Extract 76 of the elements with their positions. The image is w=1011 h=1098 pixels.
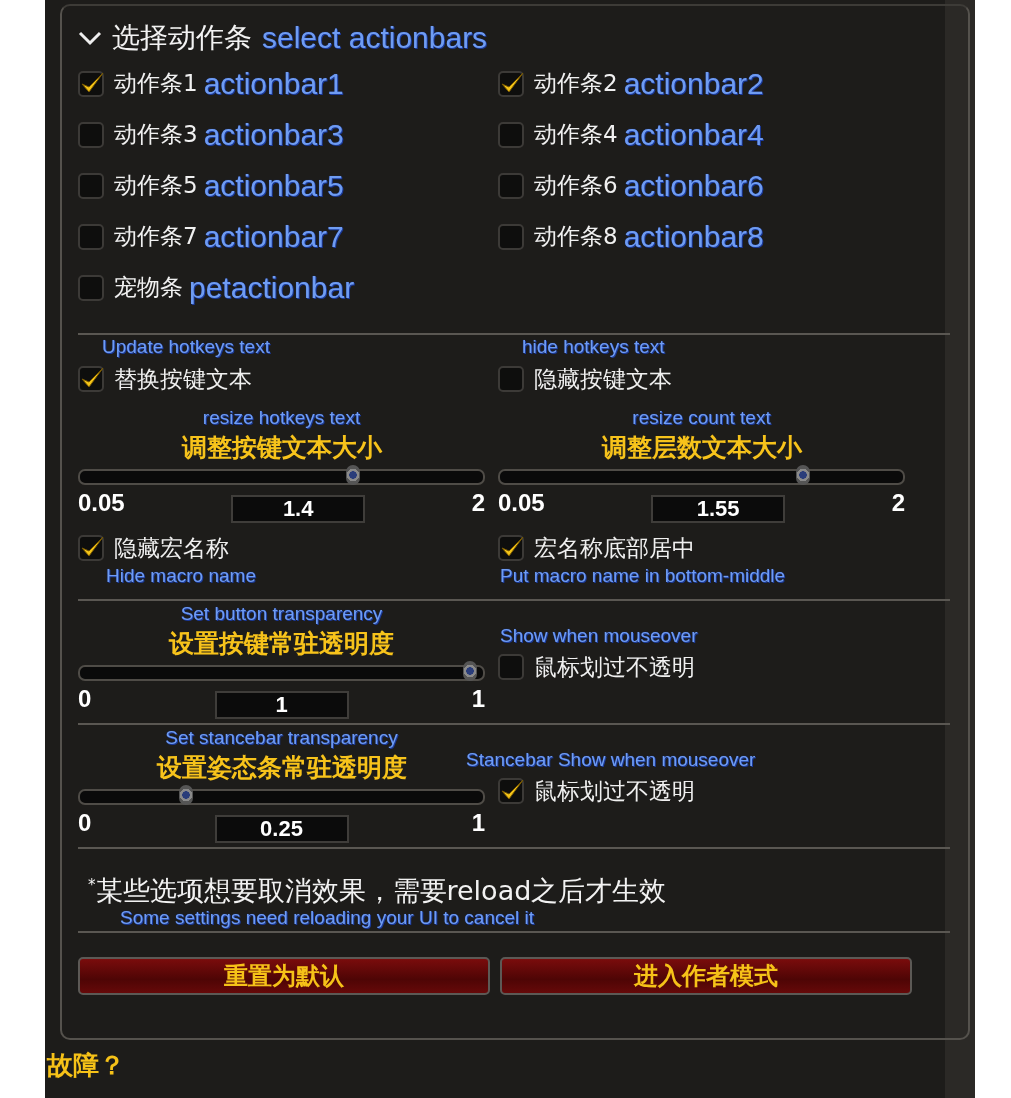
annotation-text: actionbar5 <box>203 168 344 203</box>
slider-max: 2 <box>891 489 905 517</box>
slider-thumb[interactable] <box>345 465 360 485</box>
note-text: $^{*}$某些选项想要取消效果，需要reload之后才生效 <box>87 874 668 907</box>
checkbox-label: 动作条2 <box>534 69 618 98</box>
slider-min: 0.05 <box>78 489 125 517</box>
footer-text: 故障？ <box>47 1049 126 1082</box>
checkbox-label: 替换按键文本 <box>114 364 252 394</box>
checkbox-label: 动作条8 <box>534 222 618 251</box>
checkbox[interactable] <box>498 223 524 250</box>
annotation-text: actionbar2 <box>623 66 764 101</box>
annotation-text: resize hotkeys text <box>201 406 362 430</box>
slider-value-field[interactable]: 1.4 <box>231 495 366 523</box>
slider-value-field[interactable]: 1.55 <box>651 495 786 523</box>
checkbox[interactable] <box>78 535 104 561</box>
action-button[interactable]: 重置为默认 <box>78 957 490 995</box>
checkbox[interactable] <box>78 172 104 199</box>
checkbox[interactable] <box>498 366 524 392</box>
checkbox-label: 动作条6 <box>534 171 618 200</box>
checkbox-label: 动作条1 <box>114 69 198 98</box>
slider-thumb[interactable] <box>178 785 193 805</box>
annotation-text: Stancebar Show when mouseover <box>466 748 757 772</box>
checkbox-label: 隐藏宏名称 <box>114 533 229 563</box>
checkbox[interactable] <box>78 70 104 97</box>
annotation-text: actionbar4 <box>623 117 764 152</box>
checkbox[interactable] <box>78 274 104 301</box>
checkbox[interactable] <box>78 366 104 392</box>
slider-max: 1 <box>471 685 485 713</box>
slider-value-field[interactable]: 1 <box>214 691 349 719</box>
annotation-text: actionbar7 <box>203 219 344 254</box>
checkbox[interactable] <box>498 121 524 148</box>
checkbox[interactable] <box>498 654 524 680</box>
slider-title: 设置按键常驻透明度 <box>167 628 395 660</box>
annotation-text: Set button transparency <box>179 602 384 626</box>
slider-min: 0.05 <box>498 489 545 517</box>
slider-value-field[interactable]: 0.25 <box>214 815 349 843</box>
slider-title: 调整按键文本大小 <box>180 432 384 464</box>
annotation-text: Some settings need reloading your UI to cancel it <box>119 907 535 929</box>
annotation-text: Set stancebar transparency <box>164 726 399 750</box>
chevron-down-icon[interactable] <box>78 30 102 46</box>
slider-thumb[interactable] <box>463 661 477 681</box>
checkbox-label: 宠物条 <box>114 273 183 302</box>
section-title: 选择动作条 <box>112 20 252 56</box>
annotation-text: actionbar3 <box>203 117 344 152</box>
checkbox[interactable] <box>78 223 104 250</box>
annotation-text: Put macro name in bottom-middle <box>499 565 787 588</box>
checkbox[interactable] <box>498 535 524 561</box>
checkbox-label: 宏名称底部居中 <box>534 533 695 563</box>
checkbox-label: 动作条4 <box>534 120 618 149</box>
checkbox[interactable] <box>498 172 524 199</box>
slider-min: 0 <box>78 685 92 713</box>
annotation-text: resize count text <box>631 406 772 430</box>
checkbox-label: 动作条7 <box>114 222 198 251</box>
slider-min: 0 <box>78 809 92 837</box>
checkbox[interactable] <box>498 778 524 804</box>
annotation-text: actionbar1 <box>203 66 344 101</box>
action-button[interactable]: 进入作者模式 <box>500 957 912 995</box>
slider-thumb[interactable] <box>795 465 810 485</box>
annotation-text: petactionbar <box>189 270 355 305</box>
slider-max: 2 <box>471 489 485 517</box>
annotation-text: select actionbars <box>262 21 488 55</box>
checkbox-label: 动作条5 <box>114 171 198 200</box>
checkbox-label: 隐藏按键文本 <box>534 364 672 394</box>
slider-title: 调整层数文本大小 <box>600 432 804 464</box>
checkbox-label: 动作条3 <box>114 120 198 149</box>
annotation-text: Show when mouseover <box>500 624 699 648</box>
checkbox-label: 鼠标划过不透明 <box>534 776 695 806</box>
annotation-text: hide hotkeys text <box>521 335 666 359</box>
checkbox[interactable] <box>78 121 104 148</box>
slider-max: 1 <box>471 809 485 837</box>
annotation-text: Hide macro name <box>105 565 257 588</box>
checkbox[interactable] <box>498 70 524 97</box>
annotation-text: Update hotkeys text <box>101 335 271 359</box>
annotation-text: actionbar6 <box>623 168 764 203</box>
annotation-text: actionbar8 <box>623 219 764 254</box>
checkbox-label: 鼠标划过不透明 <box>534 652 695 682</box>
